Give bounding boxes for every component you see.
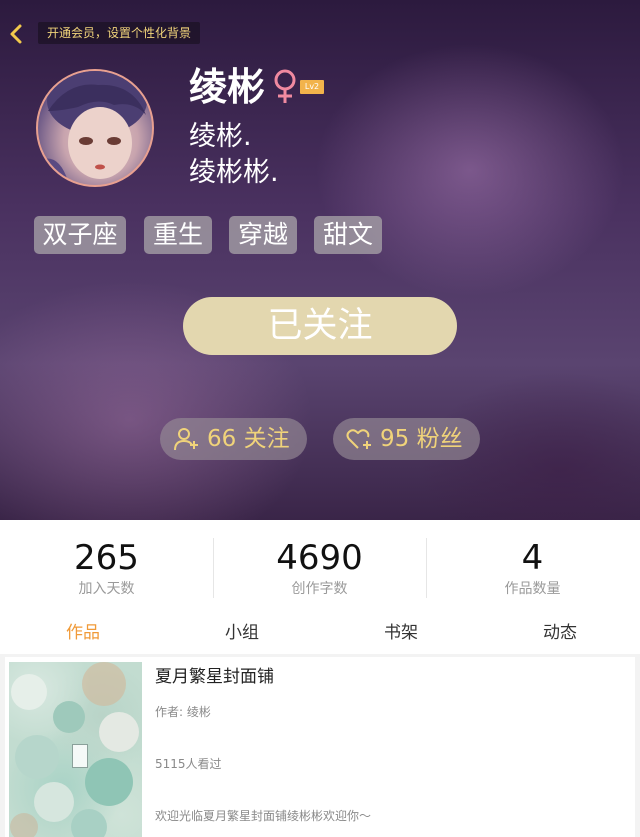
work-views: 5115人看过 bbox=[155, 757, 222, 771]
tab-groups[interactable]: 小组 bbox=[162, 612, 322, 654]
user-name: 绫彬 bbox=[189, 65, 266, 109]
chevron-left-icon bbox=[10, 24, 22, 44]
work-title[interactable]: 夏月繁星封面铺 bbox=[155, 665, 274, 689]
cover-title-label bbox=[72, 744, 88, 768]
tab-bar: 作品 小组 书架 动态 bbox=[0, 612, 640, 654]
stat-word-count: 4690 创作字数 bbox=[213, 520, 426, 610]
user-subname: 绫彬彬. bbox=[189, 157, 279, 188]
stat-value: 4690 bbox=[276, 538, 363, 578]
stat-value: 4 bbox=[521, 538, 544, 578]
tab-works[interactable]: 作品 bbox=[3, 612, 163, 654]
following-count: 66 关注 bbox=[207, 426, 290, 452]
work-author: 作者: 绫彬 bbox=[155, 705, 211, 719]
stat-label: 创作字数 bbox=[291, 581, 348, 597]
back-button[interactable] bbox=[6, 22, 28, 46]
fans-button[interactable]: 95 粉丝 bbox=[333, 418, 480, 460]
tag-item[interactable]: 甜文 bbox=[314, 216, 382, 254]
stat-works-count: 4 作品数量 bbox=[426, 520, 639, 610]
fans-count: 95 粉丝 bbox=[380, 426, 463, 452]
work-description: 欢迎光临夏月繁星封面铺绫彬彬欢迎你～ bbox=[155, 809, 372, 823]
tag-item[interactable]: 重生 bbox=[144, 216, 212, 254]
tag-item[interactable]: 穿越 bbox=[229, 216, 297, 254]
user-subname: 绫彬. bbox=[189, 121, 252, 152]
tag-item[interactable]: 双子座 bbox=[34, 216, 126, 254]
following-button[interactable]: 66 关注 bbox=[160, 418, 307, 460]
heart-plus-icon bbox=[346, 429, 371, 449]
stat-label: 作品数量 bbox=[504, 581, 561, 597]
add-user-icon bbox=[174, 428, 198, 451]
female-icon bbox=[274, 69, 296, 103]
works-list: 夏月繁星封面铺 作者: 绫彬 5115人看过 欢迎光临夏月繁星封面铺绫彬彬欢迎你… bbox=[0, 654, 640, 837]
tab-bookshelf[interactable]: 书架 bbox=[321, 612, 481, 654]
profile-header: 开通会员，设置个性化背景 绫彬 Lv2 绫彬. 绫彬彬. 双子座 重生 穿越 甜… bbox=[0, 0, 640, 520]
followed-button[interactable]: 已关注 bbox=[183, 297, 457, 355]
stat-join-days: 265 加入天数 bbox=[0, 520, 213, 610]
work-card[interactable]: 夏月繁星封面铺 作者: 绫彬 5115人看过 欢迎光临夏月繁星封面铺绫彬彬欢迎你… bbox=[5, 657, 635, 837]
avatar[interactable] bbox=[36, 69, 154, 187]
level-badge: Lv2 bbox=[300, 80, 324, 94]
book-cover[interactable] bbox=[9, 662, 142, 837]
stats-bar: 265 加入天数 4690 创作字数 4 作品数量 bbox=[0, 520, 640, 610]
stat-label: 加入天数 bbox=[78, 581, 135, 597]
avatar-illustration bbox=[38, 71, 147, 185]
vip-background-banner[interactable]: 开通会员，设置个性化背景 bbox=[38, 22, 201, 44]
tab-activity[interactable]: 动态 bbox=[480, 612, 640, 654]
stat-value: 265 bbox=[74, 538, 139, 578]
